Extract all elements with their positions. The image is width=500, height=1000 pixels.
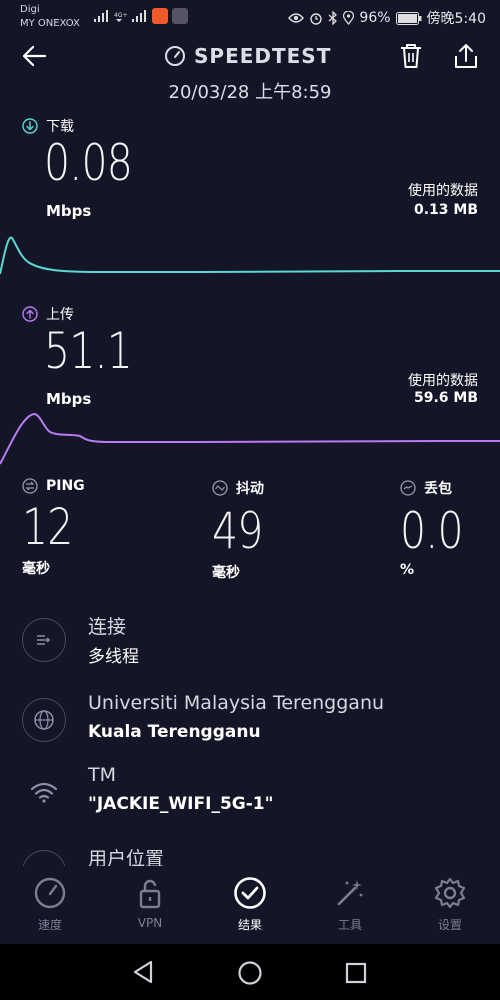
recents-square-icon[interactable] xyxy=(345,962,367,984)
status-right-icons: 96% 傍晚5:40 xyxy=(288,8,486,28)
provider-name: TM xyxy=(88,764,116,786)
upload-value: 51.1 xyxy=(44,322,133,380)
packet-loss-label: 丢包 xyxy=(400,478,477,498)
battery-icon xyxy=(395,11,422,25)
home-circle-icon[interactable] xyxy=(237,960,263,986)
nav-settings[interactable]: 设置 xyxy=(410,876,490,933)
signal-icon-2 xyxy=(132,10,146,22)
jitter-unit: 毫秒 xyxy=(212,565,240,581)
speedometer-icon xyxy=(165,46,185,66)
upload-arrow-icon xyxy=(22,306,38,322)
download-label-text: 下载 xyxy=(46,119,74,135)
network-ssid: "JACKIE_WIFI_5G-1" xyxy=(88,794,274,814)
provider-row: TM "JACKIE_WIFI_5G-1" xyxy=(22,764,482,824)
packet-loss-label-text: 丢包 xyxy=(424,481,452,497)
nav-settings-label: 设置 xyxy=(437,918,462,932)
share-icon[interactable] xyxy=(452,42,480,70)
nav-results[interactable]: 结果 xyxy=(210,876,290,933)
connection-type: 多线程 xyxy=(88,647,139,667)
back-triangle-icon[interactable] xyxy=(132,960,154,984)
connection-row: 连接 多线程 xyxy=(22,612,482,672)
connections-icon xyxy=(22,618,66,662)
test-datetime: 20/03/28 上午8:59 xyxy=(168,82,332,103)
system-nav-bar xyxy=(0,944,500,1000)
magic-wand-icon xyxy=(337,880,363,906)
ping-label: PING xyxy=(22,478,85,494)
server-name: Universiti Malaysia Terengganu xyxy=(88,692,385,714)
upload-data-used-label: 使用的数据 xyxy=(408,373,478,389)
nav-results-label: 结果 xyxy=(237,918,262,932)
server-location: Kuala Terengganu xyxy=(88,722,261,742)
bluetooth-icon xyxy=(328,11,338,25)
wifi-icon xyxy=(22,770,66,814)
clock: 傍晚5:40 xyxy=(426,11,486,27)
app-notification-icon xyxy=(152,8,168,24)
download-data-used-value: 0.13 MB xyxy=(413,202,478,218)
mobile-data-icon: 4G+ xyxy=(114,12,128,22)
upload-data-used-value: 59.6 MB xyxy=(413,390,478,406)
server-row: Universiti Malaysia Terengganu Kuala Ter… xyxy=(22,692,482,752)
ping-label-text: PING xyxy=(46,478,85,494)
speedometer-icon xyxy=(34,877,66,909)
app-notification-icon-2 xyxy=(172,8,188,24)
status-left-icons: 4G+ xyxy=(94,8,188,24)
app-title: SPEEDTEST xyxy=(164,44,331,68)
download-label: 下载 xyxy=(22,116,74,136)
upload-label: 上传 xyxy=(22,304,74,324)
download-data-used-label: 使用的数据 xyxy=(408,183,478,199)
upload-graph xyxy=(0,412,500,465)
gear-icon xyxy=(434,877,466,909)
status-bar: Digi MY ONEXOX 4G+ 96% 傍晚5:40 xyxy=(0,0,500,34)
ping-value: 12 xyxy=(22,498,73,556)
download-value: 0.08 xyxy=(44,134,133,192)
globe-icon xyxy=(22,698,66,742)
download-unit: Mbps xyxy=(46,202,92,220)
jitter-icon xyxy=(212,480,228,496)
packet-loss-icon xyxy=(400,480,416,496)
back-arrow-icon[interactable] xyxy=(20,42,48,70)
header: SPEEDTEST 20/03/28 上午8:59 xyxy=(0,36,500,116)
nav-speed-label: 速度 xyxy=(37,918,62,932)
packet-loss-stat: 丢包 0.0 % xyxy=(400,478,477,578)
download-arrow-icon xyxy=(22,118,38,134)
ping-stat: PING 12 毫秒 xyxy=(22,478,85,578)
download-graph xyxy=(0,236,500,275)
nav-tools[interactable]: 工具 xyxy=(310,876,390,933)
jitter-label-text: 抖动 xyxy=(236,481,264,497)
packet-loss-value: 0.0 xyxy=(400,502,464,560)
jitter-stat: 抖动 49 毫秒 xyxy=(212,478,274,582)
upload-label-text: 上传 xyxy=(46,307,74,323)
jitter-label: 抖动 xyxy=(212,478,274,498)
alarm-icon xyxy=(310,13,323,25)
battery-percent: 96% xyxy=(359,10,391,26)
nav-tools-label: 工具 xyxy=(337,918,362,932)
bottom-nav: 速度 VPN 结果 工具 设置 xyxy=(0,866,500,944)
connection-title: 连接 xyxy=(88,616,127,638)
ping-unit: 毫秒 xyxy=(22,561,50,577)
packet-loss-unit: % xyxy=(400,562,415,578)
ping-icon xyxy=(22,478,38,494)
svg-text:4G+: 4G+ xyxy=(114,12,128,19)
eye-icon xyxy=(288,13,305,23)
checkmark-circle-icon xyxy=(234,877,266,909)
signal-icon xyxy=(94,10,108,22)
nav-vpn[interactable]: VPN xyxy=(110,876,190,930)
carrier-name-secondary: MY ONEXOX xyxy=(20,18,80,29)
trash-icon[interactable] xyxy=(398,42,424,70)
nav-vpn-label: VPN xyxy=(137,916,163,930)
carrier-name: Digi xyxy=(20,4,40,15)
jitter-value: 49 xyxy=(212,502,263,560)
nav-speed[interactable]: 速度 xyxy=(10,876,90,933)
lock-icon xyxy=(139,879,161,909)
location-pin-icon xyxy=(343,11,355,25)
app-title-text: SPEEDTEST xyxy=(194,44,332,68)
